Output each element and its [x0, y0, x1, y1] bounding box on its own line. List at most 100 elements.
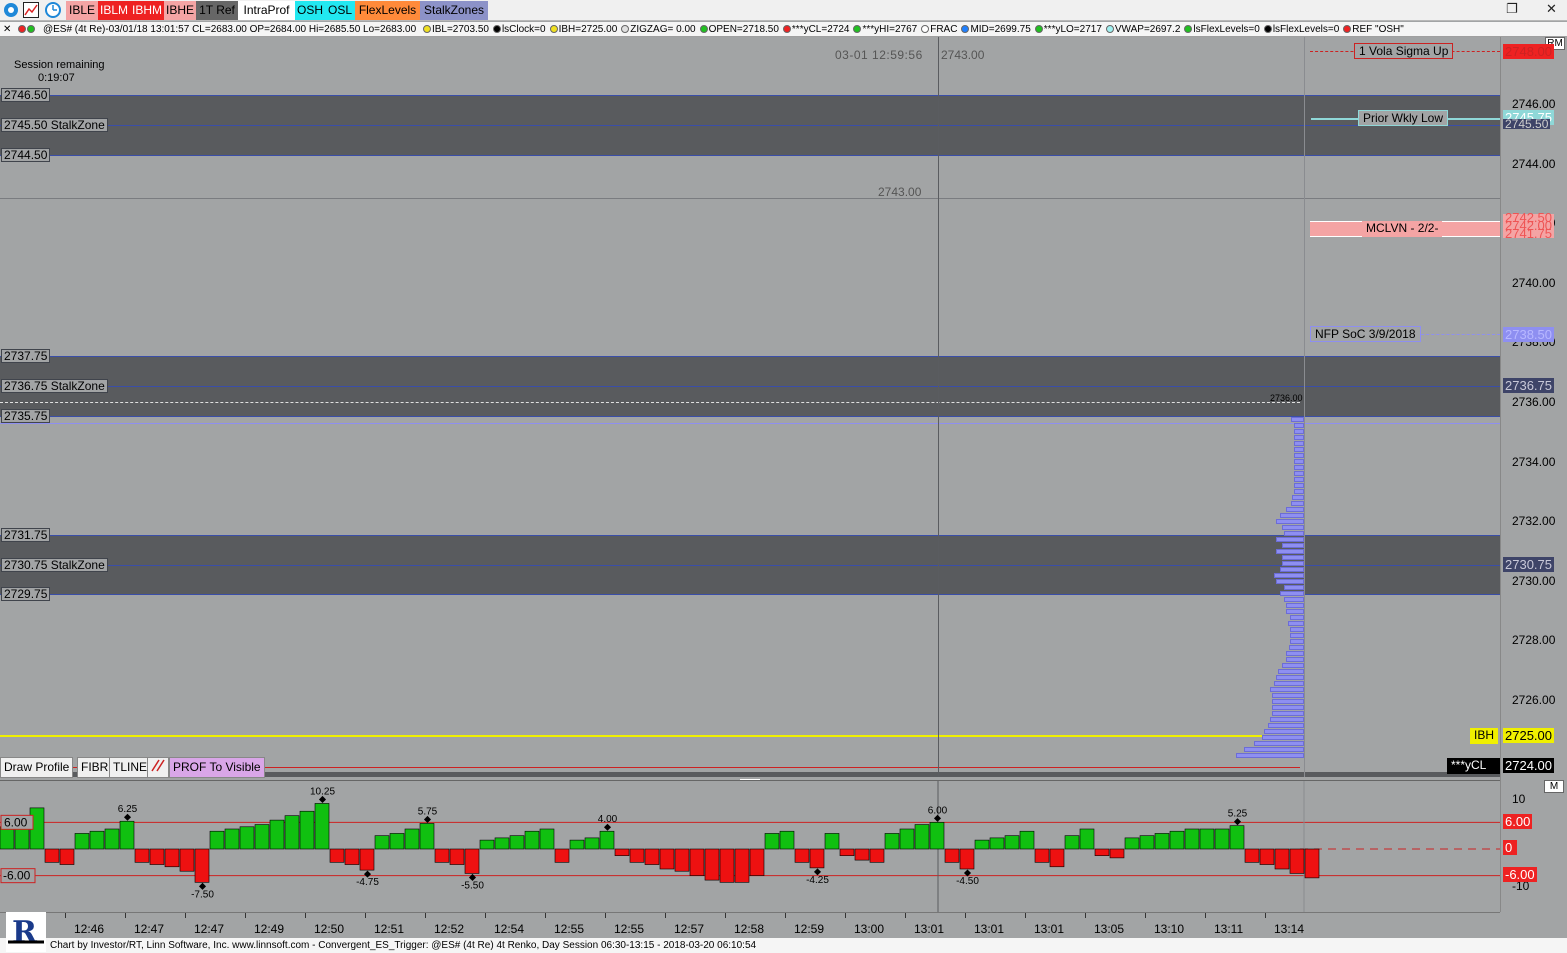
time-axis-label: 13:01: [974, 922, 1005, 936]
oscillator-pane[interactable]: 6.25 -7.50 10.25 -4.75 5.75 -5.50 4.00 -4.25 6.0…: [0, 780, 1500, 913]
profile-bar: [1276, 537, 1304, 542]
osc-extreme-label: 6.00: [928, 805, 948, 816]
trendline-icon-button[interactable]: [147, 757, 169, 778]
price-axis-tick: 2740.00: [1512, 275, 1556, 290]
tline-button[interactable]: TLINE: [109, 757, 152, 778]
osc-bar: [299, 810, 315, 850]
zone3-mid-line: [0, 565, 1500, 566]
profile-bar: [1284, 585, 1304, 590]
time-axis-tick: [545, 913, 546, 918]
time-axis-label: 13:00: [854, 922, 885, 936]
time-axis-tick: [245, 913, 246, 918]
last-price-dash: [0, 402, 1300, 403]
level-label: 2735.75: [1, 409, 51, 423]
time-axis-label: 13:01: [914, 922, 945, 936]
time-axis-label: 12:59: [794, 922, 825, 936]
osc-bar: [149, 848, 165, 865]
osc-m-button[interactable]: M: [1544, 780, 1564, 793]
osc-bar: [989, 837, 1005, 850]
status-dot-icon: [782, 25, 791, 33]
status-item-text: OPEN=2718.50: [708, 24, 779, 35]
status-dot-icon: [621, 25, 630, 33]
profile-bar: [1280, 591, 1304, 596]
close-icon[interactable]: ✕: [1546, 2, 1557, 17]
osc-bar: [764, 833, 780, 850]
footer: Chart by Investor/RT, Linn Software, Inc…: [0, 938, 1567, 953]
osc-bar: [404, 828, 420, 850]
prof-to-visible-button[interactable]: PROF To Visible: [169, 757, 265, 778]
osc-bar: [914, 824, 930, 850]
restore-icon[interactable]: ❐: [1506, 2, 1518, 17]
clock-icon[interactable]: [45, 2, 61, 18]
toolbar-button-1t-ref[interactable]: 1T Ref: [196, 1, 238, 20]
toolbar-button-intraprof[interactable]: IntraProf: [238, 1, 295, 20]
time-axis-tick: [185, 913, 186, 918]
level-label: 2729.75: [1, 587, 51, 601]
toolbar-button-stalkzones[interactable]: StalkZones: [420, 1, 488, 20]
status-dot-icon: [422, 25, 431, 33]
price-axis-tick: 2726.00: [1512, 693, 1556, 707]
time-axis-label: 12:55: [554, 922, 585, 936]
osc-bar: [749, 848, 765, 876]
time-axis-label: 12:58: [734, 922, 765, 936]
osc-bar: [629, 848, 645, 863]
draw-profile-button[interactable]: Draw Profile: [0, 757, 74, 778]
fibr-button[interactable]: FIBR: [77, 757, 113, 778]
toolbar-button-ibhe[interactable]: IBHE: [164, 1, 196, 20]
toolbar-button-iblm[interactable]: IBLM: [98, 1, 130, 20]
status-dot-icon: [921, 25, 930, 33]
profile-bar: [1294, 447, 1304, 452]
status-close-icon[interactable]: ✕: [3, 22, 11, 36]
time-axis[interactable]: 12:46 12:47 12:47 12:49 12:50 12:51 12:52 12:54…: [0, 912, 1500, 938]
osc-bar: [284, 815, 300, 850]
profile-bar: [1289, 645, 1304, 650]
osc-bar: [209, 830, 225, 850]
ycl-price-tag: 2724.00: [1503, 758, 1554, 773]
osc-extreme-label: -4.50: [956, 876, 979, 887]
osc-bar: [464, 848, 480, 874]
profile-bar: [1282, 555, 1304, 560]
osc-bar: [509, 835, 525, 850]
time-axis-tick: [365, 913, 366, 918]
osc-extreme-label: 5.75: [418, 806, 438, 817]
chart-window: IBLE IBLM IBHM IBHE 1T Ref IntraProf OSH OSL Fle…: [0, 0, 1567, 953]
toolbar-button-ibhm[interactable]: IBHM: [130, 1, 164, 20]
profile-bar: [1280, 567, 1304, 572]
osc-bar: [824, 833, 840, 850]
osc-bar: [239, 826, 255, 850]
status-item: ***yHI=2767: [853, 22, 917, 36]
osc-extreme-label: -5.50: [461, 880, 484, 891]
toolbar-button-osh[interactable]: OSH: [295, 1, 325, 20]
status-dot-icon: [492, 25, 501, 33]
chart-toggle-icon[interactable]: [23, 2, 39, 18]
status-dot-icon: [1034, 25, 1043, 33]
price-pane[interactable]: Session remaining 0:19:07 03-01 12:59:56…: [0, 37, 1500, 781]
status-item-text: lsClock=0: [501, 24, 546, 35]
time-axis-tick: [485, 913, 486, 918]
price-axis-tick: 2746.00: [1512, 97, 1556, 111]
time-axis-label: 13:11: [1214, 922, 1244, 936]
profile-bar: [1286, 609, 1304, 614]
toolbar-button-ible[interactable]: IBLE: [66, 1, 98, 20]
osc-bar: [524, 830, 540, 850]
status-item: ZIGZAG= 0.00: [621, 22, 696, 36]
time-axis-label: 12:47: [134, 922, 165, 936]
profile-bar: [1294, 459, 1304, 464]
profile-bar: [1276, 549, 1304, 554]
app-logo-icon[interactable]: [3, 2, 19, 18]
osc-bar: [539, 828, 555, 850]
profile-bar: [1294, 435, 1304, 440]
osc-upper-tag: 6.00: [1503, 814, 1533, 829]
time-axis-tick: [1025, 913, 1026, 918]
level-label: 2730.75 StalkZone: [1, 558, 108, 572]
osc-bar: [719, 848, 735, 883]
osc-bar: [1199, 828, 1215, 850]
osc-bar: [1184, 828, 1200, 850]
osc-bar: [44, 848, 60, 863]
toolbar-button-flexlevels[interactable]: FlexLevels: [355, 1, 420, 20]
osc-bar: [974, 839, 990, 850]
status-item-text: lsFlexLevels=0: [1272, 24, 1340, 35]
crosshair-datetime: 03-01 12:59:56: [835, 48, 923, 62]
toolbar-button-osl[interactable]: OSL: [325, 1, 355, 20]
osc-bar: [674, 848, 690, 872]
